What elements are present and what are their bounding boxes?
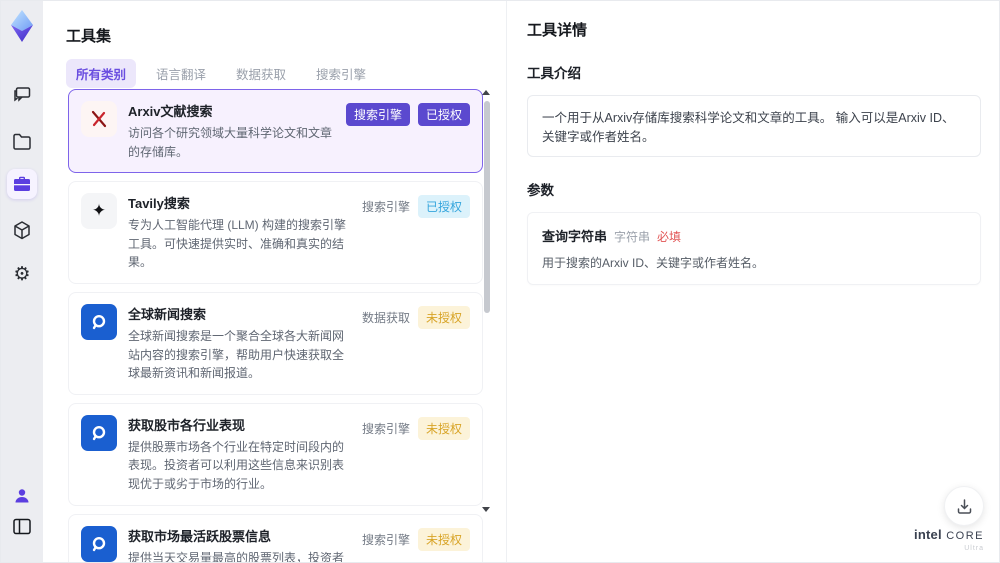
tab-data-fetch[interactable]: 数据获取 xyxy=(226,59,296,88)
param-description: 用于搜索的Arxiv ID、关键字或作者姓名。 xyxy=(542,256,765,270)
arxiv-logo-icon xyxy=(81,101,117,137)
left-sidebar: ⚙ xyxy=(1,1,43,562)
tool-card-tavily[interactable]: ✦ Tavily搜索 专为人工智能代理 (LLM) 构建的搜索引擎工具。可快速提… xyxy=(68,181,483,284)
user-avatar-icon[interactable] xyxy=(13,487,31,505)
category-tabs: 所有类别 语言翻译 数据获取 搜索引擎 xyxy=(66,59,376,88)
download-button[interactable] xyxy=(944,486,984,526)
tool-name: Tavily搜索 xyxy=(128,196,190,212)
app-window: ⚙ 工具集 所有类别 语言翻译 数据获取 搜索引擎 Arxiv文献搜索 访问各个… xyxy=(0,0,1000,563)
tab-search-engine[interactable]: 搜索引擎 xyxy=(306,59,376,88)
detail-title: 工具详情 xyxy=(527,22,588,39)
intro-heading: 工具介绍 xyxy=(527,66,581,81)
intro-box: 一个用于从Arxiv存储库搜索科学论文和文章的工具。 输入可以是Arxiv ID… xyxy=(527,95,981,157)
tool-description: 全球新闻搜索是一个聚合全球各大新闻网站内容的搜索引擎，帮助用户快速获取全球最新资… xyxy=(128,328,345,381)
download-icon xyxy=(957,498,971,514)
tab-all-categories[interactable]: 所有类别 xyxy=(66,59,137,88)
news-app-icon xyxy=(81,303,117,340)
tool-name: 获取市场最活跃股票信息 xyxy=(128,528,272,544)
param-name: 查询字符串 xyxy=(542,229,608,244)
tool-detail-panel: 工具详情 工具介绍 一个用于从Arxiv存储库搜索科学论文和文章的工具。 输入可… xyxy=(506,1,999,562)
tool-card-sector-performance[interactable]: 获取股市各行业表现 提供股票市场各个行业在特定时间段内的表现。投资者可以利用这些… xyxy=(68,402,483,506)
tool-name: Arxiv文献搜索 xyxy=(128,104,213,119)
tool-card-global-news[interactable]: 全球新闻搜索 全球新闻搜索是一个聚合全球各大新闻网站内容的搜索引擎，帮助用户快速… xyxy=(68,291,483,395)
category-label: 搜索引擎 xyxy=(361,421,410,436)
tool-card-arxiv[interactable]: Arxiv文献搜索 访问各个研究领域大量科学论文和文章的存储库。 搜索引擎 已授… xyxy=(68,89,483,174)
panel-toggle-icon[interactable] xyxy=(13,518,32,535)
tool-list: Arxiv文献搜索 访问各个研究领域大量科学论文和文章的存储库。 搜索引擎 已授… xyxy=(68,89,483,563)
tool-description: 提供股票市场各个行业在特定时间段内的表现。投资者可以利用这些信息来识别表现优于或… xyxy=(128,439,345,491)
params-heading: 参数 xyxy=(527,183,554,198)
briefcase-icon xyxy=(14,176,30,191)
news-app-icon xyxy=(81,414,117,451)
param-required-badge: 必填 xyxy=(657,230,682,244)
tool-description: 专为人工智能代理 (LLM) 构建的搜索引擎工具。可快速提供实时、准确和真实的结… xyxy=(128,218,347,270)
auth-badge: 已授权 xyxy=(417,103,470,126)
tool-description: 访问各个研究领域大量科学论文和文章的存储库。 xyxy=(128,126,333,159)
news-app-icon xyxy=(81,525,117,562)
tab-translation[interactable]: 语言翻译 xyxy=(146,59,216,88)
category-label: 搜索引擎 xyxy=(361,532,410,547)
category-label: 数据获取 xyxy=(361,310,410,325)
auth-badge: 未授权 xyxy=(417,527,470,551)
category-badge: 搜索引擎 xyxy=(345,103,410,126)
param-card: 查询字符串 字符串 必填 用于搜索的Arxiv ID、关键字或作者姓名。 xyxy=(527,212,981,285)
tool-name: 获取股市各行业表现 xyxy=(128,417,246,433)
sidebar-item-tools-active[interactable] xyxy=(7,169,37,199)
auth-badge: 未授权 xyxy=(417,305,470,329)
app-logo-icon[interactable] xyxy=(4,8,40,44)
param-type: 字符串 xyxy=(614,230,651,244)
tool-list-panel: 工具集 所有类别 语言翻译 数据获取 搜索引擎 Arxiv文献搜索 访问各个研究… xyxy=(43,1,506,563)
chat-icon[interactable] xyxy=(12,85,32,105)
tool-card-active-stocks[interactable]: 获取市场最活跃股票信息 提供当天交易量最高的股票列表，投资者可以利用这些信息来识… xyxy=(68,513,483,563)
scrollbar-down-arrow[interactable] xyxy=(482,507,490,512)
auth-badge: 未授权 xyxy=(417,416,470,440)
scrollbar-thumb[interactable] xyxy=(484,101,490,313)
auth-badge: 已授权 xyxy=(417,195,470,219)
cube-icon[interactable] xyxy=(12,220,32,241)
scrollbar-up-arrow[interactable] xyxy=(482,90,490,95)
settings-gear-icon[interactable]: ⚙ xyxy=(13,265,30,284)
tool-name: 全球新闻搜索 xyxy=(128,306,207,322)
tool-description: 提供当天交易量最高的股票列表，投资者可以利用这些信息来识别流动性强的股票和潜在的… xyxy=(128,550,345,563)
intel-core-logo: intel core Ultra xyxy=(914,527,984,552)
tavily-star-icon: ✦ xyxy=(81,193,117,230)
page-title: 工具集 xyxy=(66,28,112,45)
folder-icon[interactable] xyxy=(12,132,32,150)
category-label: 搜索引擎 xyxy=(361,200,410,215)
